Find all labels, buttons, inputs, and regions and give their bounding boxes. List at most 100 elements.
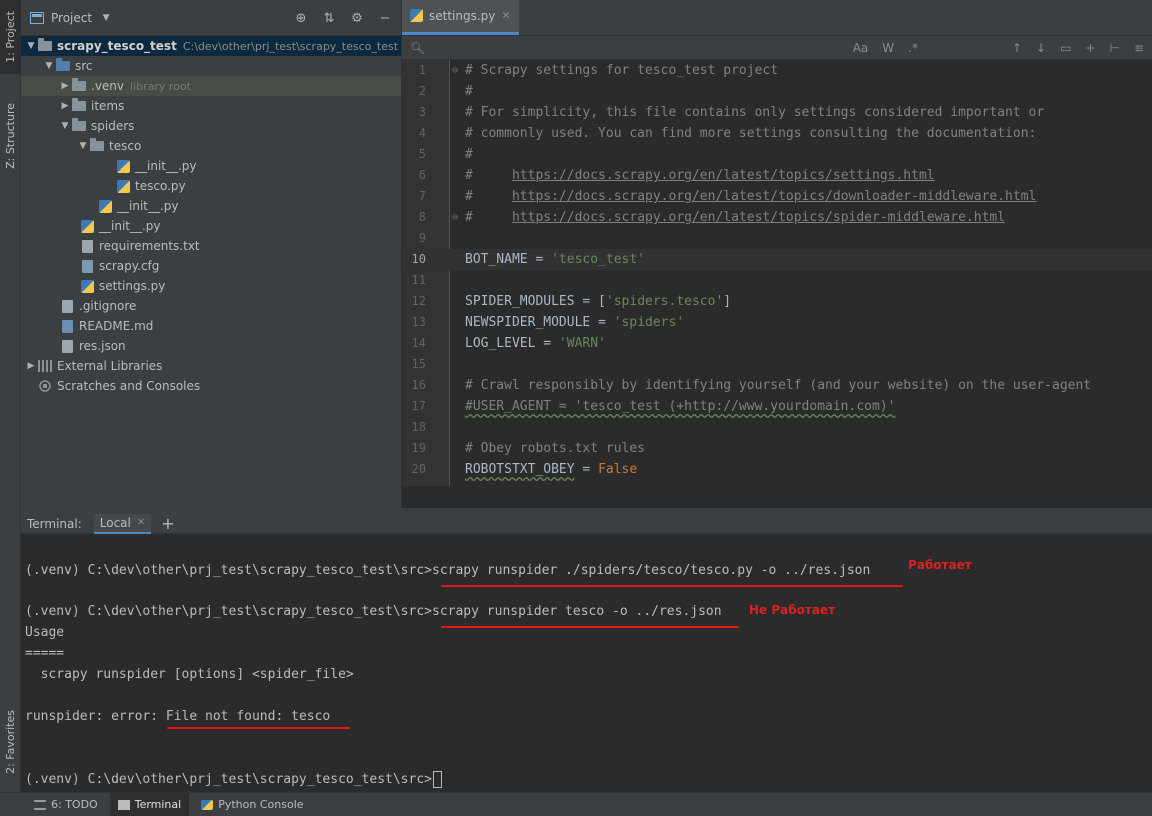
terminal-line: (.venv) C:\dev\other\prj_test\scrapy_tes… <box>25 769 442 790</box>
project-panel-title[interactable]: Project <box>51 11 92 25</box>
tree-row-file[interactable]: __init__.py <box>21 196 401 216</box>
code-text: # <box>465 81 473 102</box>
tree-row-file[interactable]: __init__.py <box>21 156 401 176</box>
match-case-button[interactable]: Aa <box>853 41 869 55</box>
code-line: 14 LOG_LEVEL = 'WARN' <box>402 333 1152 354</box>
code-line: 20 ROBOTSTXT_OBEY = False <box>402 459 1152 480</box>
previous-occurrence-icon[interactable]: ↑ <box>1012 41 1022 55</box>
expand-arrow-icon[interactable]: ▼ <box>77 141 89 151</box>
locate-icon[interactable]: ⊕ <box>293 10 309 26</box>
tree-label: spiders <box>91 119 135 133</box>
python-file-icon <box>115 158 131 174</box>
code-line: 10 BOT_NAME = 'tesco_test' <box>402 249 1152 270</box>
prompt: (.venv) C:\dev\other\prj_test\scrapy_tes… <box>25 772 432 787</box>
tree-row-file[interactable]: scrapy.cfg <box>21 256 401 276</box>
tree-row-file[interactable]: __init__.py <box>21 216 401 236</box>
tree-row-file[interactable]: .gitignore <box>21 296 401 316</box>
left-tool-strip: 1: Project Z: Structure 2: Favorites <box>0 0 21 792</box>
code-line: 6 # https://docs.scrapy.org/en/latest/top… <box>402 165 1152 186</box>
tree-row-venv[interactable]: ▶ .venv library root <box>21 76 401 96</box>
hide-icon[interactable]: − <box>377 10 393 26</box>
tab-settings-py[interactable]: settings.py ✕ <box>402 0 519 35</box>
code-token: # <box>465 168 512 183</box>
tree-row-items[interactable]: ▶ items <box>21 96 401 116</box>
line-number: 1 <box>418 63 426 77</box>
code-token: NEWSPIDER_MODULE = <box>465 315 614 330</box>
tree-row-file[interactable]: res.json <box>21 336 401 356</box>
search-icon[interactable]: 🔍︎ <box>410 41 425 55</box>
line-number: 9 <box>418 231 426 245</box>
tree-label: requirements.txt <box>99 239 200 253</box>
code-text: #USER_AGENT = 'tesco_test (+http://www.y… <box>465 396 895 417</box>
python-file-icon <box>115 178 131 194</box>
new-session-icon[interactable]: + <box>161 514 174 533</box>
tree-row-spiders[interactable]: ▼ spiders <box>21 116 401 136</box>
python-console-tool-button[interactable]: Python Console <box>193 793 311 816</box>
tree-label: items <box>91 99 125 113</box>
expand-arrow-icon[interactable]: ▶ <box>59 101 71 111</box>
structure-tool-tab[interactable]: Z: Structure <box>0 96 21 176</box>
expand-arrow-icon[interactable]: ▶ <box>59 81 71 91</box>
tree-row-file[interactable]: tesco.py <box>21 176 401 196</box>
terminal-tool-button[interactable]: Terminal <box>109 792 190 816</box>
terminal-label: Terminal: <box>27 516 82 531</box>
code-token: ROBOTSTXT_OBEY <box>465 462 575 477</box>
expand-arrow-icon[interactable]: ▼ <box>43 61 55 71</box>
terminal-output[interactable]: (.venv) C:\dev\other\prj_test\scrapy_tes… <box>21 534 1152 792</box>
terminal-line: Usage <box>25 625 65 640</box>
tree-label: __init__.py <box>135 159 197 173</box>
code-text: # Obey robots.txt rules <box>465 438 645 459</box>
tree-row-root[interactable]: ▼ scrapy_tesco_test C:\dev\other\prj_tes… <box>21 36 401 56</box>
code-token: 'tesco_test' <box>551 252 646 267</box>
favorites-tool-tab[interactable]: 2: Favorites <box>0 700 21 784</box>
gear-icon[interactable]: ⚙ <box>349 10 365 26</box>
tree-row-src[interactable]: ▼ src <box>21 56 401 76</box>
expand-arrow-icon[interactable]: ▶ <box>25 361 37 371</box>
expand-arrow-icon[interactable]: ▼ <box>59 121 71 131</box>
doc-link[interactable]: https://docs.scrapy.org/en/latest/topics… <box>512 168 935 183</box>
tree-label: __init__.py <box>117 199 179 213</box>
tree-label: tesco.py <box>135 179 186 193</box>
error-prefix: runspider: error: <box>25 709 166 724</box>
regex-button[interactable]: .* <box>908 41 918 55</box>
project-view-icon <box>29 10 45 26</box>
doc-link[interactable]: https://docs.scrapy.org/en/latest/topics… <box>512 189 1036 204</box>
red-underline <box>167 727 350 729</box>
tree-row-tesco[interactable]: ▼ tesco <box>21 136 401 156</box>
add-selection-icon[interactable]: + <box>1085 41 1095 55</box>
code-token: #USER_AGENT = 'tesco_test (+http://www.y… <box>465 399 896 414</box>
fold-icon[interactable]: ⊖ <box>452 60 458 81</box>
words-button[interactable]: W <box>882 41 894 55</box>
tree-label: scrapy.cfg <box>99 259 160 273</box>
code-line: 5 # <box>402 144 1152 165</box>
close-icon[interactable]: ✕ <box>137 517 145 528</box>
tree-row-external-libraries[interactable]: ▶ External Libraries <box>21 356 401 376</box>
tab-local[interactable]: Local ✕ <box>93 513 152 534</box>
code-area[interactable]: 1 ⊖ # Scrapy settings for tesco_test proje… <box>402 60 1152 486</box>
line-number: 14 <box>411 336 426 350</box>
select-all-icon[interactable]: ▭ <box>1060 41 1071 55</box>
code-line: 8 ⊖ # https://docs.scrapy.org/en/latest/to… <box>402 207 1152 228</box>
next-occurrence-icon[interactable]: ↓ <box>1036 41 1046 55</box>
todo-tool-button[interactable]: 6: TODO <box>26 793 106 816</box>
code-token: # <box>465 210 512 225</box>
expand-arrow-icon[interactable]: ▼ <box>25 41 37 51</box>
code-text: NEWSPIDER_MODULE = 'spiders' <box>465 312 684 333</box>
tree-row-scratches[interactable]: Scratches and Consoles <box>21 376 401 396</box>
settings-icon[interactable]: ≡ <box>1134 41 1144 55</box>
doc-link[interactable]: https://docs.scrapy.org/en/latest/topics… <box>512 210 1005 225</box>
fold-icon[interactable]: ⊖ <box>452 207 458 228</box>
close-icon[interactable]: ✕ <box>501 9 510 22</box>
code-token: BOT_NAME = <box>465 252 552 267</box>
tree-row-file[interactable]: settings.py <box>21 276 401 296</box>
project-tool-tab[interactable]: 1: Project <box>0 0 21 74</box>
code-token: 'spiders' <box>613 315 685 330</box>
tree-row-file[interactable]: README.md <box>21 316 401 336</box>
filter-icon[interactable]: ⊢ <box>1109 41 1119 55</box>
terminal-tool-label: Terminal <box>134 798 182 811</box>
tree-label: settings.py <box>99 279 166 293</box>
collapse-all-icon[interactable]: ⇅ <box>321 10 337 26</box>
chevron-down-icon[interactable]: ▼ <box>98 10 114 26</box>
python-file-icon <box>97 198 113 214</box>
tree-row-file[interactable]: requirements.txt <box>21 236 401 256</box>
